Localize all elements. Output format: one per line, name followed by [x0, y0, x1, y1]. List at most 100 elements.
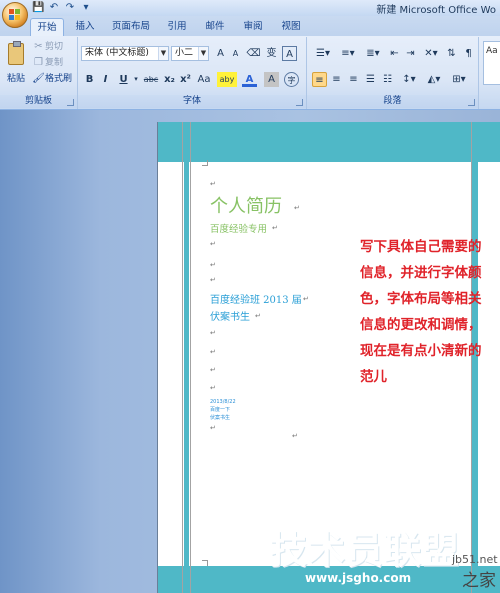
decrease-indent-button[interactable]: ⇤: [387, 46, 402, 61]
grow-font-icon: A: [217, 48, 224, 59]
resume-title[interactable]: 个人简历: [210, 192, 282, 218]
annotation-line: 现在是有点小清新的: [360, 343, 482, 359]
distributed-button[interactable]: ☷: [380, 72, 395, 87]
align-center-button[interactable]: ≡: [329, 72, 344, 87]
enclose-icon: 字: [287, 76, 296, 85]
justify-button[interactable]: ☰: [363, 72, 378, 87]
strikethrough-button[interactable]: abc: [142, 72, 160, 87]
customize-icon[interactable]: ▾: [80, 2, 92, 14]
paragraph-launcher-icon[interactable]: [468, 99, 475, 106]
copy-button[interactable]: ❐ 复制: [32, 56, 63, 71]
office-logo-icon: [9, 9, 21, 21]
underline-dropdown[interactable]: ▾: [132, 72, 140, 87]
watermark-suffix: 之家: [462, 571, 496, 591]
watermark-main: 技术员联盟: [270, 529, 460, 572]
tab-view[interactable]: 视图: [276, 18, 306, 36]
clipboard-group: 粘贴 ✂ 剪切 ❐ 复制 🖌格式刷 剪贴板: [0, 37, 78, 109]
paragraph-mark: ↵: [210, 180, 216, 188]
paragraph-mark: ↵: [303, 295, 309, 303]
scissors-icon: ✂: [34, 41, 43, 52]
watermark-url: www.jsgho.com: [305, 571, 412, 585]
bullets-button[interactable]: ☰▾: [312, 46, 334, 61]
borders-button[interactable]: ⊞▾: [448, 72, 470, 87]
quick-access-toolbar: 💾 ↶ ↷ ▾: [32, 1, 92, 15]
paragraph-mark: ↵: [210, 424, 216, 432]
margin-line-left: [182, 122, 183, 593]
font-launcher-icon[interactable]: [296, 99, 303, 106]
title-bar: 💾 ↶ ↷ ▾ 新建 Microsoft Office Wo: [0, 0, 500, 16]
resume-subtitle[interactable]: 百度经验专用: [210, 221, 267, 235]
small-line-3[interactable]: 伏案书生: [210, 414, 230, 422]
grow-font-button[interactable]: A: [213, 46, 228, 61]
watermark-site: jb51.net: [452, 553, 498, 566]
chevron-down-icon[interactable]: ▼: [198, 47, 208, 60]
italic-button[interactable]: I: [98, 72, 113, 87]
align-left-button[interactable]: ≡: [312, 72, 327, 87]
small-date[interactable]: 2013/8/22: [210, 398, 236, 406]
tab-review[interactable]: 审阅: [238, 18, 268, 36]
paragraph-mark: ↵: [210, 329, 216, 337]
font-color-button[interactable]: A: [242, 72, 257, 87]
sort-button[interactable]: ⇅: [444, 46, 459, 61]
phonetic-guide-button[interactable]: 变: [264, 46, 279, 61]
show-marks-button[interactable]: ¶: [461, 46, 476, 61]
shrink-font-button[interactable]: A: [228, 46, 243, 61]
font-group: 宋体 (中文标题) ▼ 小二 ▼ A A ⌫ 变 A B I U ▾ abc x…: [78, 37, 307, 109]
change-case-button[interactable]: Aa: [195, 72, 213, 87]
numbering-button[interactable]: ≡▾: [337, 46, 359, 61]
phonetic-icon: 变: [266, 48, 277, 59]
highlight-button[interactable]: aby: [217, 72, 237, 87]
bold-button[interactable]: B: [82, 72, 97, 87]
tab-page-layout[interactable]: 页面布局: [108, 18, 154, 36]
cut-button[interactable]: ✂ 剪切: [32, 40, 63, 55]
font-color-icon: A: [245, 74, 254, 85]
format-painter-button[interactable]: 🖌格式刷: [32, 72, 72, 87]
paragraph-mark: ↵: [292, 432, 298, 440]
paragraph-mark: ↵: [294, 204, 300, 212]
line-spacing-button[interactable]: ↕▾: [398, 72, 420, 87]
char-border-icon: A: [286, 49, 293, 60]
tab-home[interactable]: 开始: [30, 18, 64, 36]
subscript-icon: x₂: [164, 74, 175, 85]
borders-icon: ⊞▾: [452, 74, 466, 85]
char-border-button[interactable]: A: [282, 46, 297, 61]
font-name-combo[interactable]: 宋体 (中文标题) ▼: [81, 46, 169, 61]
style-preview[interactable]: Aa: [483, 41, 500, 85]
office-button[interactable]: [2, 2, 28, 28]
align-right-button[interactable]: ≡: [346, 72, 361, 87]
chevron-down-icon[interactable]: ▼: [158, 47, 168, 60]
undo-icon[interactable]: ↶: [48, 2, 60, 14]
superscript-button[interactable]: x²: [178, 72, 193, 87]
paste-button[interactable]: 粘贴: [4, 41, 28, 91]
chinese-layout-button[interactable]: ✕▾: [420, 46, 442, 61]
clear-format-button[interactable]: ⌫: [246, 46, 261, 61]
multilevel-list-button[interactable]: ≣▾: [362, 46, 384, 61]
window-title: 新建 Microsoft Office Wo: [376, 5, 496, 16]
copy-label: 复制: [45, 58, 64, 68]
resume-line-name[interactable]: 伏案书生: [210, 308, 250, 323]
eraser-icon: ⌫: [246, 48, 261, 59]
styles-group: Aa: [481, 37, 500, 109]
small-line-2[interactable]: 百度一下: [210, 406, 230, 414]
save-icon[interactable]: 💾: [32, 2, 44, 14]
page-header-band: [158, 122, 500, 162]
shrink-font-icon: A: [232, 49, 239, 58]
multilevel-list-icon: ≣▾: [366, 48, 380, 59]
tab-references[interactable]: 引用: [162, 18, 192, 36]
redo-icon[interactable]: ↷: [64, 2, 76, 14]
font-size-combo[interactable]: 小二 ▼: [171, 46, 209, 61]
subscript-button[interactable]: x₂: [162, 72, 177, 87]
annotation-line: 信息的更改和调情，: [360, 317, 482, 333]
numbering-icon: ≡▾: [341, 48, 355, 59]
paragraph-mark: ↵: [210, 261, 216, 269]
chevron-down-icon: ▾: [134, 75, 138, 83]
char-shading-button[interactable]: A: [264, 72, 279, 87]
underline-button[interactable]: U: [116, 72, 131, 87]
enclose-char-button[interactable]: 字: [284, 72, 299, 87]
tab-mailings[interactable]: 邮件: [200, 18, 230, 36]
tab-insert[interactable]: 插入: [70, 18, 100, 36]
clipboard-launcher-icon[interactable]: [67, 99, 74, 106]
resume-line-class[interactable]: 百度经验班 2013 届: [210, 291, 302, 306]
increase-indent-button[interactable]: ⇥: [403, 46, 418, 61]
shading-button[interactable]: ◭▾: [423, 72, 445, 87]
